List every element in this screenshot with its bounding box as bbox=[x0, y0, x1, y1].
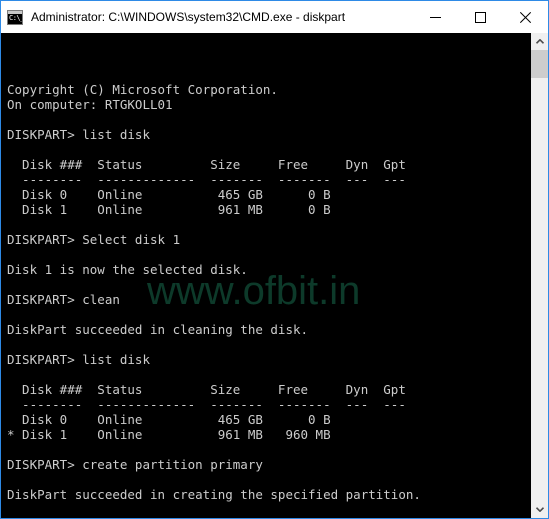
window-title: Administrator: C:\WINDOWS\system32\CMD.e… bbox=[31, 10, 346, 24]
console-line: DISKPART> list disk bbox=[7, 127, 150, 142]
console-output[interactable]: www.ofbit.in Copyright (C) Microsoft Cor… bbox=[1, 33, 531, 518]
console-line: On computer: RTGKOLL01 bbox=[7, 97, 173, 112]
console-line: -------- ------------- ------- ------- -… bbox=[7, 397, 406, 412]
cmd-console-icon: C:\_ bbox=[7, 9, 23, 25]
console-line: DISKPART> create partition primary bbox=[7, 457, 263, 472]
scroll-up-arrow[interactable] bbox=[531, 33, 548, 50]
console-line: Copyright (C) Microsoft Corporation. bbox=[7, 82, 278, 97]
console-area[interactable]: www.ofbit.in Copyright (C) Microsoft Cor… bbox=[1, 33, 548, 518]
console-line: DISKPART> bbox=[7, 517, 531, 518]
console-line: Disk 0 Online 465 GB 0 B bbox=[7, 412, 331, 427]
cmd-window: C:\_ Administrator: C:\WINDOWS\system32\… bbox=[0, 0, 549, 519]
scrollbar-thumb[interactable] bbox=[531, 50, 548, 78]
vertical-scrollbar[interactable] bbox=[531, 33, 548, 518]
console-line: Disk 1 Online 961 MB 0 B bbox=[7, 202, 331, 217]
console-line: DiskPart succeeded in creating the speci… bbox=[7, 487, 421, 502]
cmd-icon-prompt-glyph: C:\_ bbox=[9, 13, 23, 22]
console-line: Disk ### Status Size Free Dyn Gpt bbox=[7, 157, 406, 172]
console-line: DISKPART> list disk bbox=[7, 352, 150, 367]
scroll-down-arrow[interactable] bbox=[531, 501, 548, 518]
site-watermark: www.ofbit.in bbox=[147, 269, 361, 313]
scrollbar-track[interactable] bbox=[531, 50, 548, 501]
console-line: DiskPart succeeded in cleaning the disk. bbox=[7, 322, 309, 337]
console-line: * Disk 1 Online 961 MB 960 MB bbox=[7, 427, 331, 442]
title-bar-left: C:\_ Administrator: C:\WINDOWS\system32\… bbox=[1, 1, 413, 33]
console-line: Disk ### Status Size Free Dyn Gpt bbox=[7, 382, 406, 397]
title-bar[interactable]: C:\_ Administrator: C:\WINDOWS\system32\… bbox=[1, 1, 548, 33]
console-line: -------- ------------- ------- ------- -… bbox=[7, 172, 406, 187]
maximize-button[interactable] bbox=[458, 1, 503, 33]
console-line: DISKPART> Select disk 1 bbox=[7, 232, 181, 247]
close-button[interactable] bbox=[503, 1, 548, 33]
console-line: Disk 0 Online 465 GB 0 B bbox=[7, 187, 331, 202]
window-controls bbox=[413, 1, 548, 33]
minimize-button[interactable] bbox=[413, 1, 458, 33]
